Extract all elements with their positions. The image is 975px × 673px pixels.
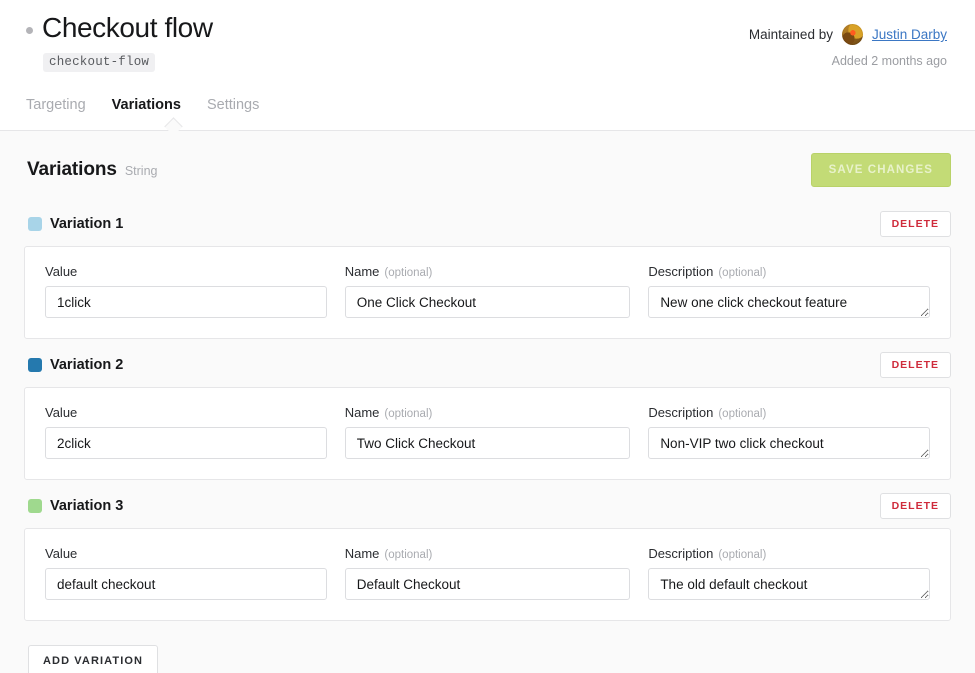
variation-type-label: String [125,164,158,178]
section-title-wrap: Variations String [24,159,157,181]
variation-name-input[interactable] [345,427,631,459]
variation-card: Value Name (optional) Description (optio… [24,246,951,339]
value-field-group: Value [45,405,327,459]
variation-title: Variation 2 [50,357,123,373]
variation-label-wrap: Variation 1 [28,216,123,232]
name-label-text: Name [345,546,380,561]
variation-label-wrap: Variation 2 [28,357,123,373]
variation-description-textarea[interactable]: New one click checkout feature [648,286,930,318]
maintainer-row: Maintained by Justin Darby [749,24,947,45]
variation-description-textarea[interactable]: Non-VIP two click checkout [648,427,930,459]
save-changes-button[interactable]: SAVE CHANGES [811,153,951,187]
variation-color-swatch [28,499,42,513]
variation-value-input[interactable] [45,286,327,318]
value-label: Value [45,264,327,279]
name-label: Name (optional) [345,546,631,561]
add-variation-button[interactable]: ADD VARIATION [28,645,158,673]
title-row: Checkout flow [26,12,213,44]
description-optional-text: (optional) [718,408,766,420]
description-label-text: Description [648,264,713,279]
variation-block: Variation 2 DELETE Value Name (optional) [24,352,951,480]
name-optional-text: (optional) [384,267,432,279]
variation-color-swatch [28,217,42,231]
description-field-group: Description (optional) The old default c… [648,546,930,600]
name-optional-text: (optional) [384,549,432,561]
page-title: Checkout flow [42,12,213,44]
value-field-group: Value [45,264,327,318]
name-field-group: Name (optional) [345,405,631,459]
variation-title: Variation 1 [50,216,123,232]
tab-targeting[interactable]: Targeting [26,97,86,126]
description-label: Description (optional) [648,405,930,420]
name-optional-text: (optional) [384,408,432,420]
section-title: Variations [27,159,117,181]
description-label: Description (optional) [648,264,930,279]
avatar [842,24,863,45]
description-optional-text: (optional) [718,267,766,279]
page-header: Checkout flow checkout-flow Maintained b… [0,0,975,131]
description-label-text: Description [648,405,713,420]
delete-variation-button[interactable]: DELETE [880,211,951,237]
description-label: Description (optional) [648,546,930,561]
name-field-group: Name (optional) [345,264,631,318]
value-label: Value [45,405,327,420]
variation-name-input[interactable] [345,568,631,600]
tab-settings[interactable]: Settings [207,97,259,126]
value-label-text: Value [45,405,77,420]
value-field-group: Value [45,546,327,600]
variation-header: Variation 2 DELETE [24,352,951,378]
variation-block: Variation 3 DELETE Value Name (optional) [24,493,951,621]
variation-title: Variation 3 [50,498,123,514]
variation-value-input[interactable] [45,568,327,600]
header-top-row: Checkout flow checkout-flow Maintained b… [24,12,951,72]
delete-variation-button[interactable]: DELETE [880,493,951,519]
maintainer-block: Maintained by Justin Darby Added 2 month… [749,12,951,68]
value-label-text: Value [45,546,77,561]
name-label: Name (optional) [345,405,631,420]
description-field-group: Description (optional) Non-VIP two click… [648,405,930,459]
status-dot-icon [26,27,33,34]
value-label: Value [45,546,327,561]
name-label-text: Name [345,264,380,279]
variation-description-textarea[interactable]: The old default checkout [648,568,930,600]
variation-name-input[interactable] [345,286,631,318]
feature-key-badge: checkout-flow [43,53,155,72]
variation-card: Value Name (optional) Description (optio… [24,387,951,480]
title-block: Checkout flow checkout-flow [24,12,213,72]
delete-variation-button[interactable]: DELETE [880,352,951,378]
maintained-by-label: Maintained by [749,27,833,42]
variation-label-wrap: Variation 3 [28,498,123,514]
name-label-text: Name [345,405,380,420]
main-content: Variations String SAVE CHANGES Variation… [0,131,975,673]
variation-color-swatch [28,358,42,372]
section-header: Variations String SAVE CHANGES [24,153,951,187]
tab-bar: Targeting Variations Settings [24,97,951,126]
added-timestamp: Added 2 months ago [749,54,947,68]
variation-header: Variation 1 DELETE [24,211,951,237]
variation-value-input[interactable] [45,427,327,459]
variation-block: Variation 1 DELETE Value Name (optional) [24,211,951,339]
maintainer-link[interactable]: Justin Darby [872,27,947,42]
name-label: Name (optional) [345,264,631,279]
value-label-text: Value [45,264,77,279]
variation-card: Value Name (optional) Description (optio… [24,528,951,621]
variation-header: Variation 3 DELETE [24,493,951,519]
description-label-text: Description [648,546,713,561]
description-field-group: Description (optional) New one click che… [648,264,930,318]
description-optional-text: (optional) [718,549,766,561]
name-field-group: Name (optional) [345,546,631,600]
